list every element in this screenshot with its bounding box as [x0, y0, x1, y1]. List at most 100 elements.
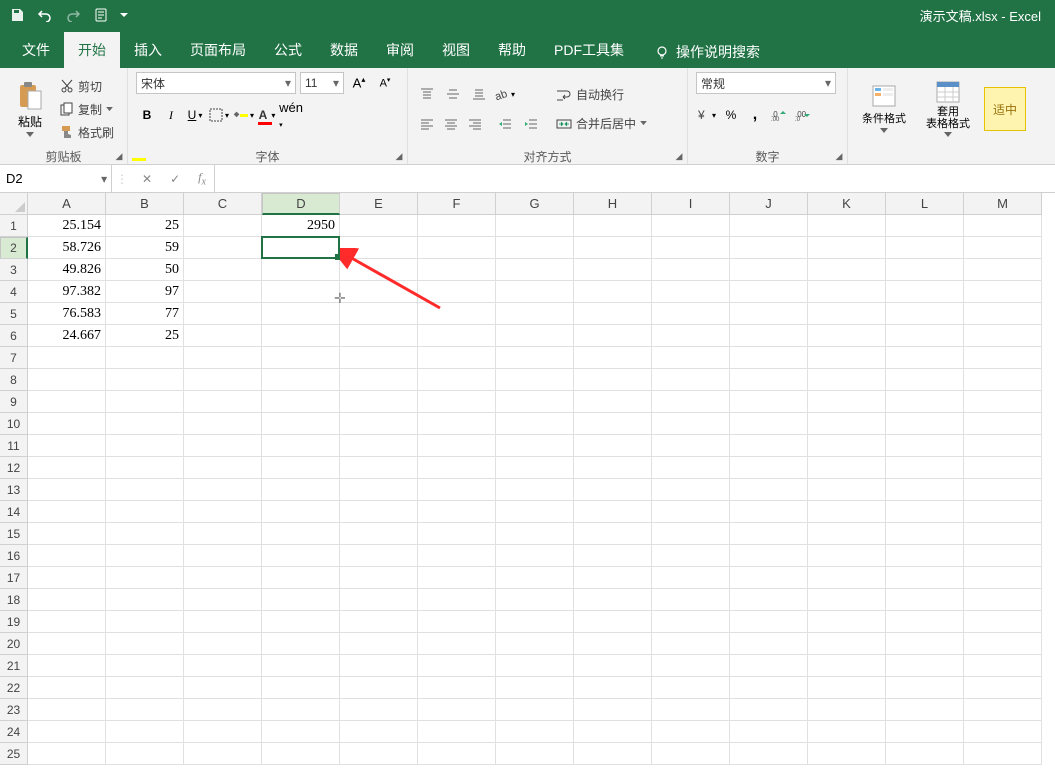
tab-insert[interactable]: 插入 — [120, 32, 176, 68]
cell-F1[interactable] — [418, 215, 496, 237]
align-left-button[interactable] — [416, 113, 438, 135]
column-header-J[interactable]: J — [730, 193, 808, 215]
number-format-select[interactable]: 常规 ▾ — [696, 72, 836, 94]
tab-help[interactable]: 帮助 — [484, 32, 540, 68]
tab-page-layout[interactable]: 页面布局 — [176, 32, 260, 68]
cell-M7[interactable] — [964, 347, 1042, 369]
cell-H23[interactable] — [574, 699, 652, 721]
cell-M16[interactable] — [964, 545, 1042, 567]
italic-button[interactable]: I — [160, 104, 182, 126]
cell-C7[interactable] — [184, 347, 262, 369]
increase-indent-button[interactable] — [520, 113, 542, 135]
cell-F4[interactable] — [418, 281, 496, 303]
align-middle-button[interactable] — [442, 83, 464, 105]
tab-review[interactable]: 审阅 — [372, 32, 428, 68]
row-header-1[interactable]: 1 — [0, 215, 28, 237]
cell-D8[interactable] — [262, 369, 340, 391]
cell-G2[interactable] — [496, 237, 574, 259]
row-header-25[interactable]: 25 — [0, 743, 28, 765]
fill-color-button[interactable]: ▾ — [232, 104, 254, 126]
cell-D3[interactable] — [262, 259, 340, 281]
cell-D19[interactable] — [262, 611, 340, 633]
cell-D18[interactable] — [262, 589, 340, 611]
cell-A5[interactable]: 76.583 — [28, 303, 106, 325]
cell-H10[interactable] — [574, 413, 652, 435]
cell-H5[interactable] — [574, 303, 652, 325]
cell-B21[interactable] — [106, 655, 184, 677]
cell-A1[interactable]: 25.154 — [28, 215, 106, 237]
cell-F2[interactable] — [418, 237, 496, 259]
select-all-corner[interactable] — [0, 193, 28, 215]
cell-D13[interactable] — [262, 479, 340, 501]
row-header-19[interactable]: 19 — [0, 611, 28, 633]
cell-C24[interactable] — [184, 721, 262, 743]
cell-J1[interactable] — [730, 215, 808, 237]
row-header-11[interactable]: 11 — [0, 435, 28, 457]
cell-M15[interactable] — [964, 523, 1042, 545]
formula-input[interactable] — [215, 165, 1055, 192]
phonetic-guide-button[interactable]: wén▾ — [280, 104, 302, 126]
underline-button[interactable]: U▾ — [184, 104, 206, 126]
cell-G5[interactable] — [496, 303, 574, 325]
cell-M25[interactable] — [964, 743, 1042, 765]
column-header-D[interactable]: D — [262, 193, 340, 215]
cell-E3[interactable] — [340, 259, 418, 281]
cell-C13[interactable] — [184, 479, 262, 501]
cell-E4[interactable] — [340, 281, 418, 303]
column-header-M[interactable]: M — [964, 193, 1042, 215]
cell-E11[interactable] — [340, 435, 418, 457]
cell-J19[interactable] — [730, 611, 808, 633]
cell-L25[interactable] — [886, 743, 964, 765]
cell-M22[interactable] — [964, 677, 1042, 699]
cell-B7[interactable] — [106, 347, 184, 369]
cell-F13[interactable] — [418, 479, 496, 501]
cell-F14[interactable] — [418, 501, 496, 523]
cell-E24[interactable] — [340, 721, 418, 743]
cell-D10[interactable] — [262, 413, 340, 435]
cell-G7[interactable] — [496, 347, 574, 369]
cell-B13[interactable] — [106, 479, 184, 501]
align-right-button[interactable] — [464, 113, 486, 135]
cell-E15[interactable] — [340, 523, 418, 545]
cell-L12[interactable] — [886, 457, 964, 479]
cell-H3[interactable] — [574, 259, 652, 281]
touch-mode-button[interactable] — [88, 3, 114, 27]
cell-B10[interactable] — [106, 413, 184, 435]
bold-button[interactable]: B — [136, 104, 158, 126]
cell-M17[interactable] — [964, 567, 1042, 589]
cell-K9[interactable] — [808, 391, 886, 413]
cell-K14[interactable] — [808, 501, 886, 523]
cell-M11[interactable] — [964, 435, 1042, 457]
row-header-6[interactable]: 6 — [0, 325, 28, 347]
column-header-C[interactable]: C — [184, 193, 262, 215]
row-header-3[interactable]: 3 — [0, 259, 28, 281]
cell-E18[interactable] — [340, 589, 418, 611]
cell-F22[interactable] — [418, 677, 496, 699]
cell-F8[interactable] — [418, 369, 496, 391]
cell-L6[interactable] — [886, 325, 964, 347]
cell-K20[interactable] — [808, 633, 886, 655]
cell-L5[interactable] — [886, 303, 964, 325]
cell-E19[interactable] — [340, 611, 418, 633]
row-header-16[interactable]: 16 — [0, 545, 28, 567]
cell-J4[interactable] — [730, 281, 808, 303]
cell-I4[interactable] — [652, 281, 730, 303]
cell-I9[interactable] — [652, 391, 730, 413]
cell-C4[interactable] — [184, 281, 262, 303]
name-box[interactable]: ▾ — [0, 165, 112, 192]
clipboard-dialog-launcher[interactable]: ◢ — [113, 150, 125, 162]
cell-G24[interactable] — [496, 721, 574, 743]
row-header-4[interactable]: 4 — [0, 281, 28, 303]
column-header-E[interactable]: E — [340, 193, 418, 215]
cell-I7[interactable] — [652, 347, 730, 369]
cell-M2[interactable] — [964, 237, 1042, 259]
cell-D2[interactable] — [262, 237, 340, 259]
cell-B16[interactable] — [106, 545, 184, 567]
cell-D11[interactable] — [262, 435, 340, 457]
cell-I13[interactable] — [652, 479, 730, 501]
cell-M13[interactable] — [964, 479, 1042, 501]
cell-J18[interactable] — [730, 589, 808, 611]
column-header-H[interactable]: H — [574, 193, 652, 215]
cell-E20[interactable] — [340, 633, 418, 655]
row-header-21[interactable]: 21 — [0, 655, 28, 677]
